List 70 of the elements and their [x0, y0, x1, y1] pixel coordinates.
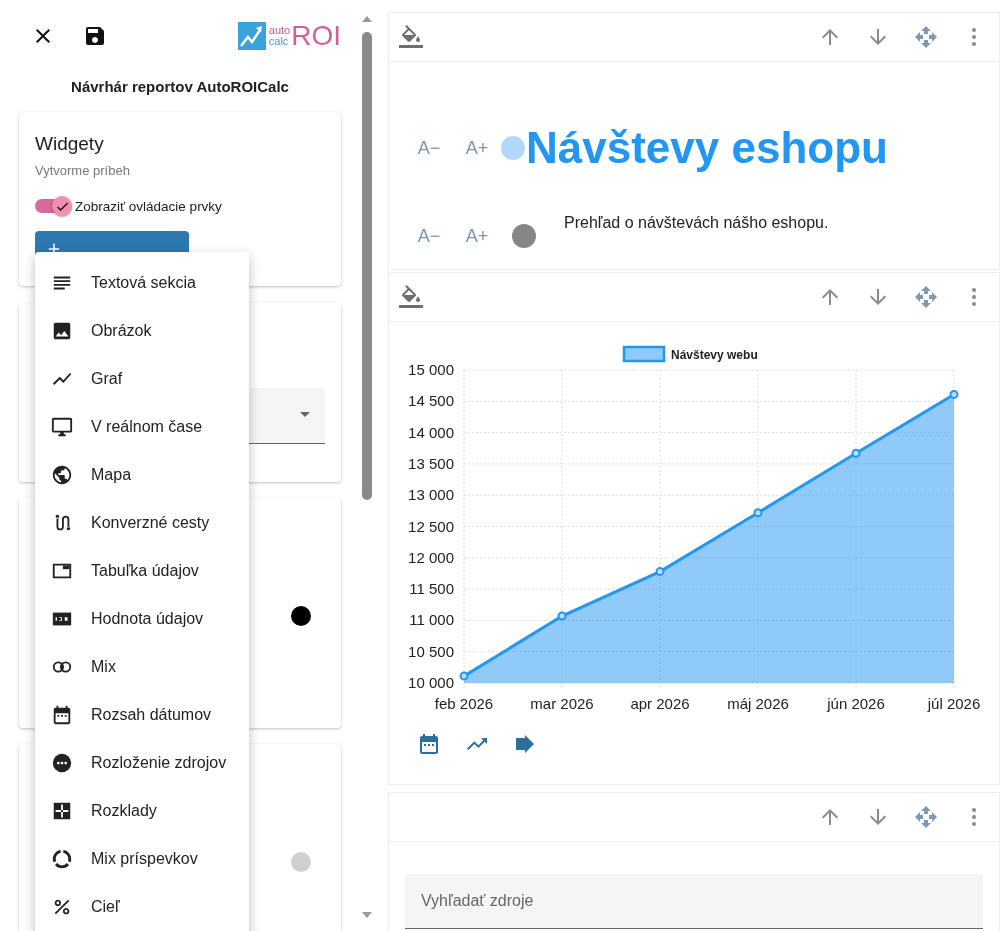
color-dot[interactable]	[512, 224, 536, 248]
logo-text: ROI	[291, 22, 341, 50]
axis-label: 15 000	[408, 361, 454, 378]
logo-text: auto	[268, 25, 291, 36]
color-dot[interactable]	[291, 852, 311, 872]
axis-label: 10 500	[408, 642, 454, 660]
data-point	[655, 567, 665, 577]
axis-label: júl 2026	[927, 695, 981, 712]
move-icon[interactable]	[914, 25, 938, 49]
card-subtitle: Vytvorme príbeh	[35, 163, 131, 178]
menu-item[interactable]: Rozsah dátumov	[35, 691, 249, 739]
data-point	[753, 508, 763, 518]
menu-item[interactable]: Mapa	[35, 451, 249, 499]
grid-icon	[51, 800, 73, 822]
widget-text: Prehľad o návštevách nášho eshopu.	[564, 214, 829, 232]
caret-icon	[300, 412, 310, 417]
axis-label: 13 500	[408, 454, 454, 472]
color-dot[interactable]	[501, 136, 525, 160]
toggle-switch[interactable]	[35, 196, 71, 216]
logo-text: calc	[268, 36, 290, 47]
calendar-icon[interactable]	[417, 732, 441, 756]
axis-label: 13 000	[408, 486, 454, 504]
menu-item[interactable]: Hodnota údajov	[35, 595, 249, 643]
toggle-label: Zobraziť ovládacie prvky	[75, 198, 222, 214]
image-icon	[51, 320, 73, 342]
save-icon[interactable]	[83, 24, 107, 48]
data-point	[851, 448, 861, 458]
move-icon[interactable]	[914, 285, 938, 309]
arrow-right-icon[interactable]	[513, 732, 537, 756]
menu-item[interactable]: Rozloženie zdrojov	[35, 739, 249, 787]
search-field[interactable]: Vyhľadať zdroje	[405, 874, 983, 929]
monitor-icon	[51, 416, 73, 438]
menu-item[interactable]: Textová sekcia	[35, 259, 249, 307]
move-icon[interactable]	[914, 805, 938, 829]
axis-label: apr 2026	[630, 695, 690, 712]
legend-label: Návštevy webu	[671, 348, 758, 362]
legend-swatch	[622, 345, 666, 363]
globe-icon	[51, 464, 73, 486]
axis-label: 14 000	[408, 423, 454, 441]
widget-title: Návštevy eshopu	[526, 123, 888, 173]
ring-icon	[51, 848, 73, 870]
axis-label: feb 2026	[434, 695, 494, 712]
paint-bucket-icon[interactable]	[399, 285, 423, 309]
dots-circle-icon	[51, 752, 73, 774]
axis-label: 11 000	[409, 611, 454, 629]
data-point	[557, 611, 567, 621]
axis-label: 11 500	[409, 580, 454, 598]
menu-item[interactable]: V reálnom čase	[35, 403, 249, 451]
panel-title: Návrhár reportov AutoROICalc	[70, 78, 290, 95]
card-title: Widgety	[35, 133, 105, 155]
axis-label: 12 500	[408, 517, 454, 535]
axis-label: 12 000	[408, 548, 454, 566]
color-dot[interactable]	[291, 606, 311, 626]
menu-item[interactable]: Mix príspevkov	[35, 835, 249, 883]
axis-label: 14 500	[408, 392, 454, 410]
axis-label: jún 2026	[827, 695, 885, 712]
menu-item[interactable]: Obrázok	[35, 307, 249, 355]
calendar-icon	[51, 704, 73, 726]
menu-item[interactable]: Cieľ	[35, 883, 249, 931]
data-point	[949, 389, 959, 399]
data-point	[459, 671, 469, 681]
menu-item[interactable]: Tabuľka údajov	[35, 547, 249, 595]
menu-item[interactable]: Mix	[35, 643, 249, 691]
axis-label: 10 000	[408, 674, 454, 691]
menu-item[interactable]: Rozklady	[35, 787, 249, 835]
axis-label: mar 2026	[530, 695, 594, 712]
menu-item[interactable]: Graf	[35, 355, 249, 403]
paint-bucket-icon[interactable]	[399, 25, 423, 49]
menu-item[interactable]: Konverzné cesty	[35, 499, 249, 547]
axis-label: máj 2026	[727, 695, 789, 712]
